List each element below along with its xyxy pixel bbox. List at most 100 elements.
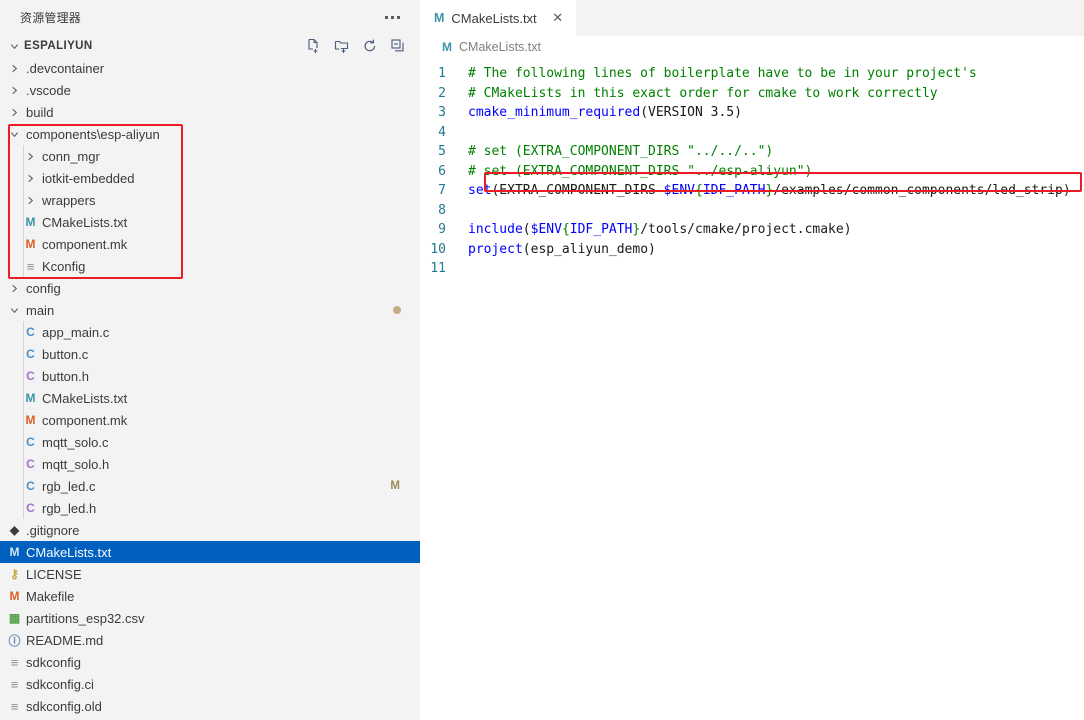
modified-dot-indicator (393, 306, 401, 314)
more-actions-icon[interactable] (383, 12, 402, 23)
tab-bar: M CMakeLists.txt ✕ (420, 0, 1084, 36)
tree-folder-row[interactable]: .devcontainer (0, 57, 420, 79)
key-file-icon: ⚷ (10, 567, 19, 581)
line-number: 1 (438, 66, 446, 81)
line-content: # set (EXTRA_COMPONENT_DIRS "../esp-aliy… (468, 162, 812, 182)
tab-bar-filler (575, 0, 1084, 36)
new-folder-icon[interactable] (334, 38, 350, 54)
tree-folder-row[interactable]: build (0, 101, 420, 123)
line-content: project(esp_aliyun_demo) (468, 240, 656, 260)
line-number: 2 (438, 85, 446, 101)
tree-file-row[interactable]: Mcomponent.mk (0, 233, 420, 255)
tree-item-label: .devcontainer (26, 60, 105, 76)
tree-file-row[interactable]: M CMakeLists.txt (0, 211, 420, 233)
tree-file-row[interactable]: ≡ sdkconfig.old (0, 695, 420, 717)
tree-folder-row[interactable]: wrappers (0, 189, 420, 211)
tree-item-label: wrappers (42, 192, 96, 208)
line-number: 5 (438, 144, 446, 159)
tree-item-label: button.h (42, 368, 89, 384)
explorer-actions (306, 35, 406, 57)
c-src-file-icon: C (26, 325, 35, 339)
line-number: 3 (438, 105, 446, 120)
tree-file-row[interactable]: Mcomponent.mk (0, 409, 420, 431)
line-number: 11 (430, 261, 446, 276)
tab-cmakelists[interactable]: M CMakeLists.txt ✕ (420, 0, 576, 36)
tree-file-row[interactable]: Cmqtt_solo.c (0, 431, 420, 453)
tree-folder-row[interactable]: main (0, 299, 420, 321)
tree-file-row[interactable]: M CMakeLists.txt (0, 541, 420, 563)
code-token: # The following lines of boilerplate hav… (468, 66, 977, 81)
m-orange-file-icon: M (25, 237, 36, 251)
tree-folder-row[interactable]: components\esp-aliyun (0, 123, 420, 145)
c-hdr-file-icon: C (26, 501, 35, 515)
tree-file-row[interactable]: ⓘ README.md (0, 629, 420, 651)
tab-label: CMakeLists.txt (451, 10, 537, 26)
line-number: 10 (430, 241, 446, 257)
indent-guide (23, 167, 24, 189)
workspace-root-row[interactable]: ESPALIYUN (0, 35, 420, 57)
code-token: project (468, 241, 523, 257)
tree-folder-row[interactable]: .vscode (0, 79, 420, 101)
indent-guide (23, 343, 24, 365)
tree-item-label: component.mk (42, 236, 128, 252)
tree-file-row[interactable]: Crgb_led.c M (0, 475, 420, 497)
tree-folder-row[interactable]: conn_mgr (0, 145, 420, 167)
tree-file-row[interactable]: Cmqtt_solo.h (0, 453, 420, 475)
file-tree: .devcontainer .vscode build components\esp-… (0, 57, 420, 717)
lines-file-icon: ≡ (10, 676, 19, 692)
collapse-all-icon[interactable] (390, 38, 406, 54)
tree-folder-row[interactable]: config (0, 277, 420, 299)
tree-file-row[interactable]: ≡ Kconfig (0, 255, 420, 277)
git-status-badge: M (390, 480, 400, 492)
tree-item-label: .vscode (26, 82, 71, 98)
line-content: # The following lines of boilerplate hav… (468, 64, 977, 84)
code-token: { (561, 222, 570, 237)
code-token: (VERSION 3.5) (640, 105, 742, 120)
tree-file-row[interactable]: M Makefile (0, 585, 420, 607)
tree-file-row[interactable]: ≡ sdkconfig (0, 651, 420, 673)
editor-pane: M CMakeLists.txt ✕ M CMakeLists.txt 1 # T… (420, 0, 1084, 720)
chevron-down-icon (6, 123, 22, 145)
code-token: /examples/common_components/led_strip) (773, 183, 1071, 198)
code-line: 1 # The following lines of boilerplate ha… (420, 64, 1084, 84)
tree-folder-row[interactable]: iotkit-embedded (0, 167, 420, 189)
tree-item-label: mqtt_solo.c (42, 434, 109, 450)
tree-file-row[interactable]: ◆ .gitignore (0, 519, 420, 541)
line-number: 4 (438, 124, 446, 140)
tree-file-row[interactable]: ≡ sdkconfig.ci (0, 673, 420, 695)
code-line: 5 # set (EXTRA_COMPONENT_DIRS "../../..") (420, 142, 1084, 162)
m-orange-file-icon: M (9, 589, 20, 603)
tree-file-row[interactable]: Cbutton.h (0, 365, 420, 387)
close-icon[interactable]: ✕ (550, 10, 566, 26)
tree-item-label: README.md (26, 632, 104, 648)
tree-item-label: .gitignore (26, 522, 80, 538)
c-src-file-icon: C (26, 435, 35, 449)
code-token: IDF_PATH (702, 183, 766, 198)
tree-item-label: CMakeLists.txt (42, 390, 128, 406)
tree-file-row[interactable]: Capp_main.c (0, 321, 420, 343)
m-teal-file-icon: M (25, 391, 36, 405)
line-content: cmake_minimum_required(VERSION 3.5) (468, 103, 742, 123)
tree-file-row[interactable]: M CMakeLists.txt (0, 387, 420, 409)
tree-item-label: CMakeLists.txt (42, 214, 128, 230)
refresh-icon[interactable] (362, 38, 378, 54)
tree-file-row[interactable]: Cbutton.c (0, 343, 420, 365)
tree-item-label: LICENSE (26, 566, 82, 582)
tree-item-label: build (26, 104, 54, 120)
indent-guide (23, 431, 24, 453)
breadcrumb[interactable]: M CMakeLists.txt (420, 36, 1084, 58)
chevron-right-icon (22, 167, 38, 189)
code-line: 6 # set (EXTRA_COMPONENT_DIRS "../esp-ali… (420, 162, 1084, 182)
line-number: 8 (438, 202, 446, 218)
tree-file-row[interactable]: ▦ partitions_esp32.csv (0, 607, 420, 629)
chevron-right-icon (6, 79, 22, 101)
new-file-icon[interactable] (306, 38, 322, 54)
code-token: IDF_PATH (569, 222, 633, 237)
explorer-title: 资源管理器 (20, 11, 82, 25)
cmake-file-icon: M (434, 11, 445, 25)
code-editor[interactable]: 1 # The following lines of boilerplate ha… (420, 58, 1084, 720)
chevron-right-icon (22, 189, 38, 211)
lines-file-icon: ≡ (10, 698, 19, 714)
tree-file-row[interactable]: ⚷ LICENSE (0, 563, 420, 585)
tree-file-row[interactable]: Crgb_led.h (0, 497, 420, 519)
